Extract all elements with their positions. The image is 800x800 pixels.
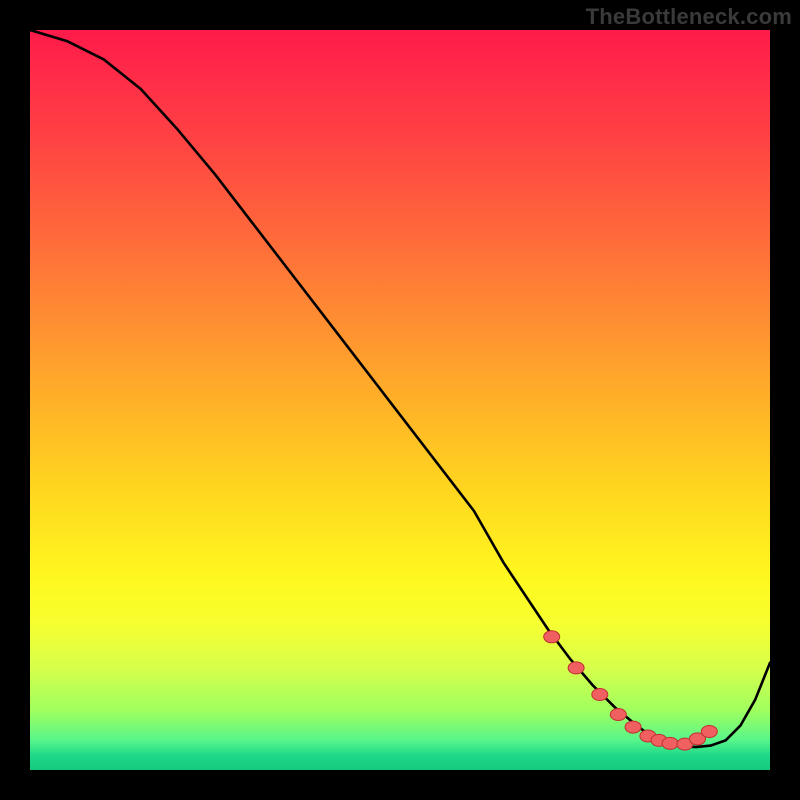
marker-dot <box>625 721 641 733</box>
watermark-text: TheBottleneck.com <box>586 4 792 30</box>
marker-dot <box>701 726 717 738</box>
marker-dot <box>544 631 560 643</box>
marker-group <box>544 631 718 750</box>
plot-area <box>30 30 770 770</box>
chart-frame: TheBottleneck.com <box>0 0 800 800</box>
curve-line <box>30 30 770 747</box>
marker-dot <box>568 662 584 674</box>
marker-dot <box>592 689 608 701</box>
marker-dot <box>610 709 626 721</box>
chart-svg <box>30 30 770 770</box>
marker-dot <box>662 737 678 749</box>
